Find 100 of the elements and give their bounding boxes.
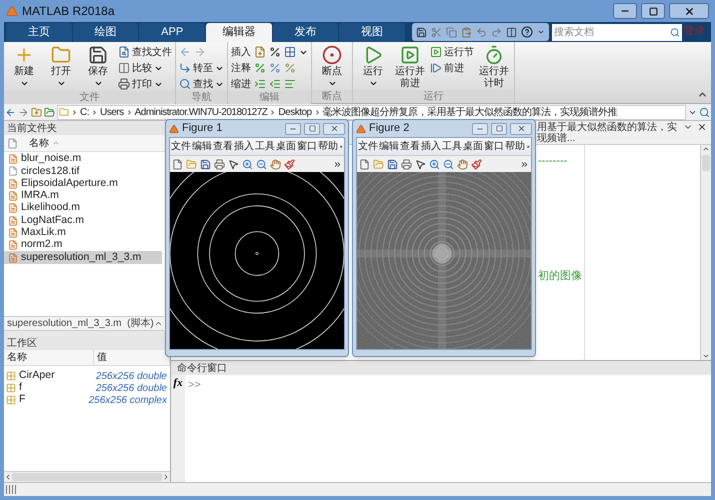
scroll-right-icon[interactable] (162, 473, 170, 481)
file-row[interactable]: MaxLik.m (4, 226, 162, 240)
file-row[interactable]: Likelihood.m (4, 202, 162, 214)
path-segment[interactable]: Users (100, 106, 124, 118)
menu-item[interactable]: 编辑 (379, 139, 399, 154)
hand-icon (457, 158, 468, 170)
go-to-arrow-icon (179, 62, 191, 74)
ribbon-button[interactable]: 打印 (118, 77, 172, 91)
file-row[interactable]: IMRA.m (4, 190, 162, 202)
ribbon-button[interactable]: 新建 (7, 45, 41, 91)
hand-icon (270, 158, 281, 170)
path-segment[interactable]: Administrator.WIN7U-20180127Z (134, 106, 268, 118)
tool-button[interactable] (269, 46, 281, 58)
file-row[interactable]: superesolution_ml_3_3.m (4, 251, 162, 264)
ribbon-button[interactable]: 保存 (81, 45, 115, 91)
ribbon-label: 缩进 (231, 78, 251, 92)
ribbon-tab[interactable]: 绘图 (72, 23, 138, 42)
file-row[interactable]: blur_noise.m (4, 153, 162, 166)
menu-item[interactable]: 桌面 (463, 139, 483, 154)
overflow-arrow-icon[interactable] (339, 143, 343, 150)
printer-icon (401, 158, 412, 170)
menu-item[interactable]: 查看 (213, 139, 233, 154)
percent-icon (269, 62, 281, 74)
scroll-down-icon[interactable] (702, 352, 710, 360)
file-row[interactable]: ElipsoidalAperture.m (4, 178, 162, 190)
maximize-icon (648, 6, 658, 16)
menu-item[interactable]: 工具 (442, 139, 462, 154)
overflow-arrow-icon[interactable] (526, 143, 530, 150)
ribbon-button[interactable]: 运行并前进 (393, 45, 427, 90)
menu-item[interactable]: 工具 (255, 139, 275, 154)
path-segment[interactable]: 毫米波图像超分辨复原，采用基于最大似然函数的算法，实现频谱外推 (322, 106, 618, 118)
ribbon-button[interactable]: 打开 (44, 45, 78, 91)
sort-icon (52, 139, 60, 147)
menu-item[interactable]: 查看 (400, 139, 420, 154)
menu-item[interactable]: 窗口 (297, 139, 317, 154)
menu-item[interactable]: 帮助 (318, 139, 338, 154)
scroll-thumb[interactable] (702, 155, 710, 171)
search-field[interactable]: 搜索文档 (552, 24, 668, 41)
menu-item[interactable]: 插入 (234, 139, 254, 154)
maximize-button[interactable] (641, 3, 665, 19)
tool-button[interactable] (284, 46, 296, 58)
ribbon-button[interactable]: 断点 (315, 45, 349, 90)
group-label: 文件 (4, 91, 175, 104)
panel-header: 命令行窗口 (171, 361, 711, 375)
ribbon-button[interactable]: 运行 (356, 45, 390, 90)
close-button[interactable] (669, 3, 709, 19)
folder-icon (186, 158, 197, 170)
scroll-left-icon[interactable] (4, 473, 12, 481)
minimize-button[interactable] (285, 122, 301, 134)
minimize-button[interactable] (472, 122, 488, 134)
editor-tab-title[interactable]: 用基于最大似然函数的算法，实现频谱... (537, 122, 679, 144)
scroll-thumb[interactable] (12, 473, 162, 481)
maximize-button[interactable] (491, 122, 507, 134)
path-segment[interactable]: C: (80, 106, 89, 118)
scroll-up-icon[interactable] (702, 145, 710, 153)
printer-icon (214, 158, 225, 170)
search-icon[interactable] (668, 24, 682, 41)
ribbon-label: 注释 (231, 62, 251, 76)
ribbon-label: 插入 (231, 46, 251, 60)
ribbon-button[interactable]: 运行节 (430, 45, 474, 59)
grip-icon[interactable] (6, 485, 18, 494)
window-title: Figure 2 (369, 121, 410, 136)
folder-up-icon (31, 106, 42, 118)
maximize-button[interactable] (304, 122, 320, 134)
ribbon-tab[interactable]: 编辑器 (206, 23, 272, 42)
ribbon-button[interactable]: 运行并计时 (477, 45, 511, 90)
menu-item[interactable]: 文件 (171, 139, 191, 154)
menu-item[interactable]: 帮助 (505, 139, 525, 154)
ribbon-tab[interactable]: 视图 (339, 23, 406, 42)
menu-item[interactable]: 插入 (421, 139, 441, 154)
ribbon-button[interactable]: 前进 (430, 61, 474, 75)
zoom-out-icon (443, 158, 454, 170)
code-comment: 初的图像 (538, 268, 583, 284)
maximize-icon (496, 125, 502, 132)
menu-item[interactable]: 编辑 (192, 139, 212, 154)
ribbon-tab[interactable]: 主页 (6, 23, 72, 42)
window-title: Figure 1 (182, 121, 224, 136)
column-header[interactable]: 名称 (4, 350, 94, 365)
file-row[interactable]: LogNatFac.m (4, 214, 162, 227)
ribbon-tab[interactable]: APP (139, 23, 206, 42)
scrollbar[interactable] (4, 471, 170, 482)
clipboard-icon (461, 26, 472, 38)
file-row[interactable]: norm2.m (4, 239, 162, 252)
menu-item[interactable]: 窗口 (484, 139, 504, 154)
script-file-icon (8, 252, 18, 263)
ribbon-button[interactable]: 查找文件 (118, 45, 172, 59)
copy-icon (446, 26, 458, 38)
ribbon-button[interactable]: 查找 (179, 77, 224, 91)
menu-item[interactable]: 文件 (358, 139, 378, 154)
column-header[interactable]: 名称 (29, 136, 49, 150)
more-icon (520, 160, 529, 168)
ribbon-button[interactable]: 比较 (118, 61, 172, 75)
scrollbar[interactable] (700, 145, 711, 360)
menu-item[interactable]: 桌面 (276, 139, 296, 154)
file-icon (7, 138, 18, 148)
file-row[interactable]: circles128.tif (4, 165, 162, 178)
compare-icon (118, 62, 130, 74)
path-segment[interactable]: Desktop (278, 106, 312, 118)
ribbon-button[interactable]: 转至 (179, 61, 224, 75)
ribbon-tab[interactable]: 发布 (272, 23, 338, 42)
